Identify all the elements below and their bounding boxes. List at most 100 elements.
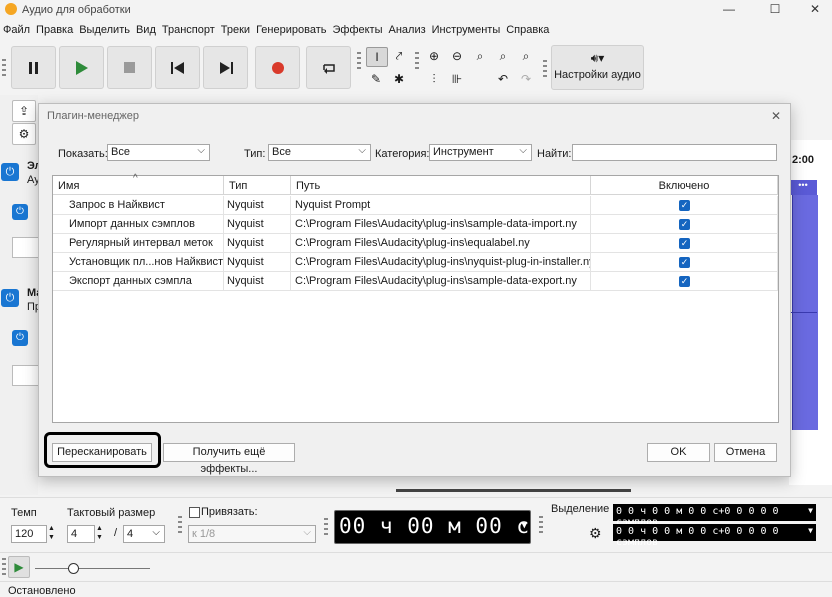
status-text: Остановлено (8, 585, 76, 597)
table-row[interactable]: Импорт данных сэмплов Nyquist C:\Program… (53, 215, 778, 234)
table-row[interactable]: Экспорт данных сэмпла Nyquist C:\Program… (53, 272, 778, 291)
menu-view[interactable]: Вид (133, 22, 159, 36)
tools-grip[interactable] (357, 52, 361, 70)
speed-slider-thumb[interactable] (68, 563, 79, 574)
menu-help[interactable]: Справка (503, 22, 552, 36)
edit-grip[interactable] (415, 52, 419, 70)
speed-slider-track[interactable] (35, 568, 150, 569)
export-icon[interactable]: ⇪ (12, 100, 36, 122)
redo-icon[interactable]: ↷ (516, 70, 536, 88)
fit-project-icon[interactable]: ⌕ (493, 47, 513, 65)
menu-edit[interactable]: Правка (33, 22, 76, 36)
maximize-button[interactable]: ☐ (760, 2, 790, 18)
menu-tools[interactable]: Инструменты (429, 22, 504, 36)
power-icon[interactable]: ⏻ (12, 330, 28, 346)
selection-settings-gear-icon[interactable]: ⚙ (589, 525, 602, 542)
time-display[interactable]: 00 ч 00 м 00 с ▼ (334, 510, 531, 544)
table-row[interactable]: Регулярный интервал меток Nyquist C:\Pro… (53, 234, 778, 253)
snap-grip[interactable] (178, 516, 182, 534)
time-format-dropdown-icon[interactable]: ▼ (522, 521, 527, 531)
close-window-button[interactable]: ✕ (800, 2, 830, 18)
menu-transport[interactable]: Транспорт (159, 22, 218, 36)
plugin-icon[interactable]: ⚙ (12, 123, 36, 145)
snap-checkbox[interactable] (189, 507, 200, 518)
menu-generate[interactable]: Генерировать (253, 22, 329, 36)
record-button[interactable] (255, 46, 300, 89)
dialog-close-icon[interactable]: ✕ (771, 109, 781, 123)
enabled-checkbox[interactable]: ✓ (679, 238, 690, 249)
get-more-effects-button[interactable]: Получить ещё эффекты... (163, 443, 295, 475)
zoom-toggle-icon[interactable]: ⌕ (516, 47, 536, 65)
loop-button[interactable] (306, 46, 351, 89)
show-select[interactable]: Все ⌵ (107, 144, 210, 161)
time-grip[interactable] (324, 518, 328, 536)
track-button[interactable] (12, 365, 40, 386)
menu-analyze[interactable]: Анализ (386, 22, 429, 36)
selection-tool-icon[interactable]: I (366, 47, 388, 67)
audio-setup-grip[interactable] (543, 60, 547, 78)
stop-button[interactable] (107, 46, 152, 89)
power-icon[interactable]: ⏻ (1, 289, 19, 307)
menu-file[interactable]: Файл (0, 22, 33, 36)
trim-audio-icon[interactable]: ⫶ (424, 70, 444, 88)
play-speed-grip[interactable] (2, 558, 6, 576)
enabled-checkbox[interactable]: ✓ (679, 219, 690, 230)
tempo-stepper-icon[interactable]: ▲ ▼ (48, 524, 55, 542)
power-icon[interactable]: ⏻ (12, 204, 28, 220)
undo-icon[interactable]: ↶ (493, 70, 513, 88)
column-header-type[interactable]: Тип (224, 176, 291, 195)
zoom-out-icon[interactable]: ⊖ (447, 47, 467, 65)
play-at-speed-button[interactable]: ▶ (8, 556, 30, 578)
column-header-enabled[interactable]: Включено (591, 176, 778, 195)
show-label: Показать: (58, 148, 108, 160)
enabled-checkbox[interactable]: ✓ (679, 200, 690, 211)
numerator-stepper-icon[interactable]: ▲ ▼ (96, 524, 103, 542)
time-sig-denominator-select[interactable]: 4 ⌵ (123, 525, 165, 543)
play-button[interactable] (59, 46, 104, 89)
enabled-cell: ✓ (591, 196, 778, 215)
enabled-checkbox[interactable]: ✓ (679, 257, 690, 268)
column-header-path[interactable]: Путь (291, 176, 591, 195)
multi-tool-icon[interactable]: ✱ (389, 70, 409, 88)
audio-settings-button[interactable]: 🔊︎▾ Настройки аудио (551, 45, 644, 90)
zoom-in-icon[interactable]: ⊕ (424, 47, 444, 65)
enabled-checkbox[interactable]: ✓ (679, 276, 690, 287)
clip-header[interactable]: ••• (789, 180, 817, 195)
selection-start-display[interactable]: 0 0 ч 0 0 м 0 0 с+0 0 0 0 0 сэмплов ▼ (613, 504, 816, 528)
silence-audio-icon[interactable]: ⊪ (447, 70, 467, 88)
selection-grip[interactable] (539, 516, 543, 534)
selection-end-display[interactable]: 0 0 ч 0 0 м 0 0 с+0 0 0 0 0 сэмплов ▼ (613, 524, 816, 548)
menu-tracks[interactable]: Треки (218, 22, 253, 36)
table-row[interactable]: Установщик пл...нов Найквиста Nyquist C:… (53, 253, 778, 272)
time-display-value: 00 ч 00 м 00 с (339, 514, 531, 538)
plugin-table[interactable]: Имя ^ Тип Путь Включено Запрос в Найквис… (52, 173, 779, 423)
rescan-button[interactable]: Пересканировать (52, 443, 152, 462)
draw-tool-icon[interactable]: ✎ (366, 70, 386, 88)
category-select[interactable]: Инструмент ⌵ (429, 144, 532, 161)
menu-select[interactable]: Выделить (76, 22, 133, 36)
power-icon[interactable]: ⏻ (1, 163, 19, 181)
menu-effects[interactable]: Эффекты (329, 22, 385, 36)
track-area[interactable]: 2:00 ••• (789, 140, 832, 485)
horizontal-scrollbar[interactable] (396, 489, 631, 492)
fit-selection-icon[interactable]: ⌕ (470, 47, 490, 65)
time-sig-numerator-input[interactable]: 4 (67, 525, 95, 543)
pause-button[interactable] (11, 46, 56, 89)
tempo-input[interactable]: 120 (11, 525, 47, 543)
track-button[interactable] (12, 237, 40, 258)
table-row[interactable]: Запрос в Найквист Nyquist Nyquist Prompt… (53, 196, 778, 215)
type-select[interactable]: Все ⌵ (268, 144, 371, 161)
minimize-button[interactable]: — (714, 2, 744, 18)
timeline-ruler-label: 2:00 (792, 154, 815, 166)
skip-end-button[interactable] (203, 46, 248, 89)
title-bar: Аудио для обработки — ☐ ✕ (0, 0, 832, 20)
snap-select[interactable]: к 1/8 ⌵ (188, 525, 316, 543)
cancel-button[interactable]: Отмена (714, 443, 777, 462)
chevron-down-icon: ⌵ (152, 527, 160, 538)
column-header-name[interactable]: Имя ^ (53, 173, 224, 195)
ok-button[interactable]: OK (647, 443, 710, 462)
toolbar-grip[interactable] (2, 59, 6, 77)
envelope-tool-icon[interactable]: ⤤ (389, 47, 409, 65)
search-input[interactable] (572, 144, 777, 161)
skip-start-button[interactable] (155, 46, 200, 89)
